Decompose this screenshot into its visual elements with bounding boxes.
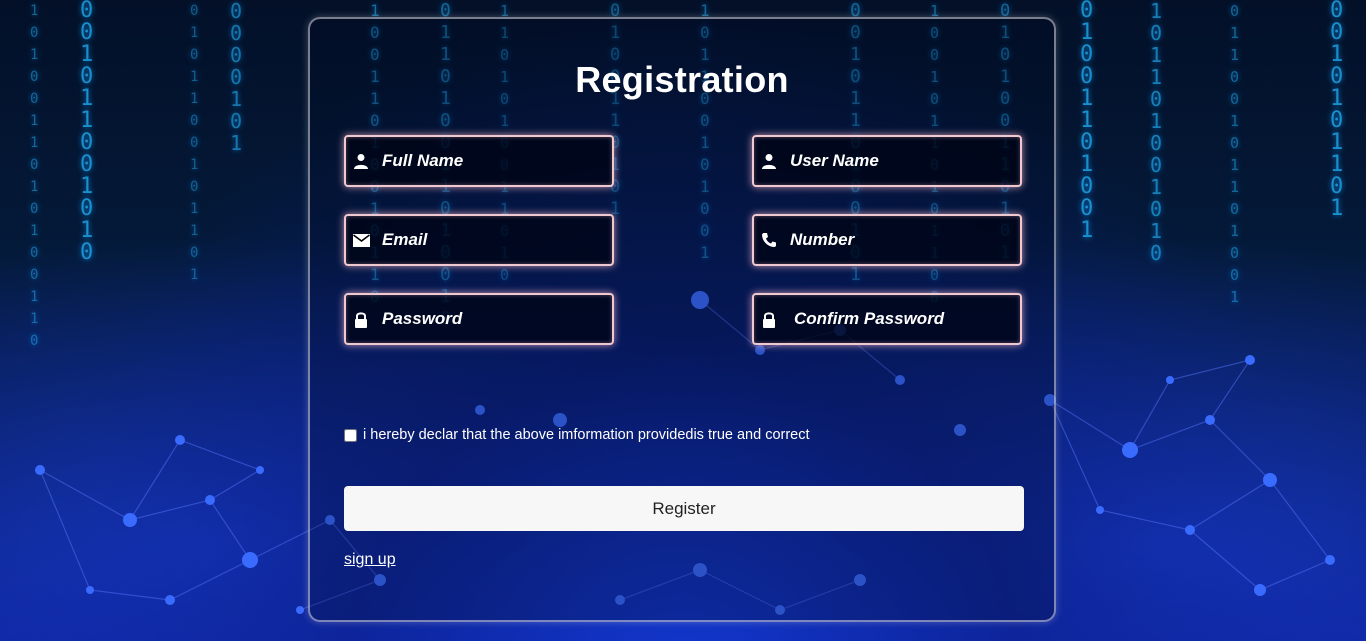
envelope-icon: [352, 231, 370, 249]
confirm-password-field[interactable]: [752, 293, 1022, 345]
number-field[interactable]: [752, 214, 1022, 266]
email-input[interactable]: [382, 230, 602, 250]
declaration-row[interactable]: i hereby declar that the above imformati…: [344, 427, 810, 443]
user-name-field[interactable]: [752, 135, 1022, 187]
declaration-label: i hereby declar that the above imformati…: [363, 427, 810, 443]
lock-icon: [352, 310, 370, 328]
number-input[interactable]: [790, 230, 1010, 250]
password-field[interactable]: [344, 293, 614, 345]
confirm-password-input[interactable]: [794, 309, 1014, 329]
page-title: Registration: [575, 59, 789, 100]
sign-up-link[interactable]: sign up: [344, 551, 396, 569]
full-name-field[interactable]: [344, 135, 614, 187]
user-icon: [352, 152, 370, 170]
phone-icon: [760, 231, 778, 249]
register-button[interactable]: Register: [344, 486, 1024, 531]
lock-icon: [760, 310, 778, 328]
user-name-input[interactable]: [790, 151, 1010, 171]
declaration-checkbox[interactable]: [344, 428, 357, 442]
user-icon: [760, 152, 778, 170]
password-input[interactable]: [382, 309, 602, 329]
full-name-input[interactable]: [382, 151, 602, 171]
registration-card: Registration Full Name User Name Email N…: [308, 17, 1056, 622]
email-field[interactable]: [344, 214, 614, 266]
